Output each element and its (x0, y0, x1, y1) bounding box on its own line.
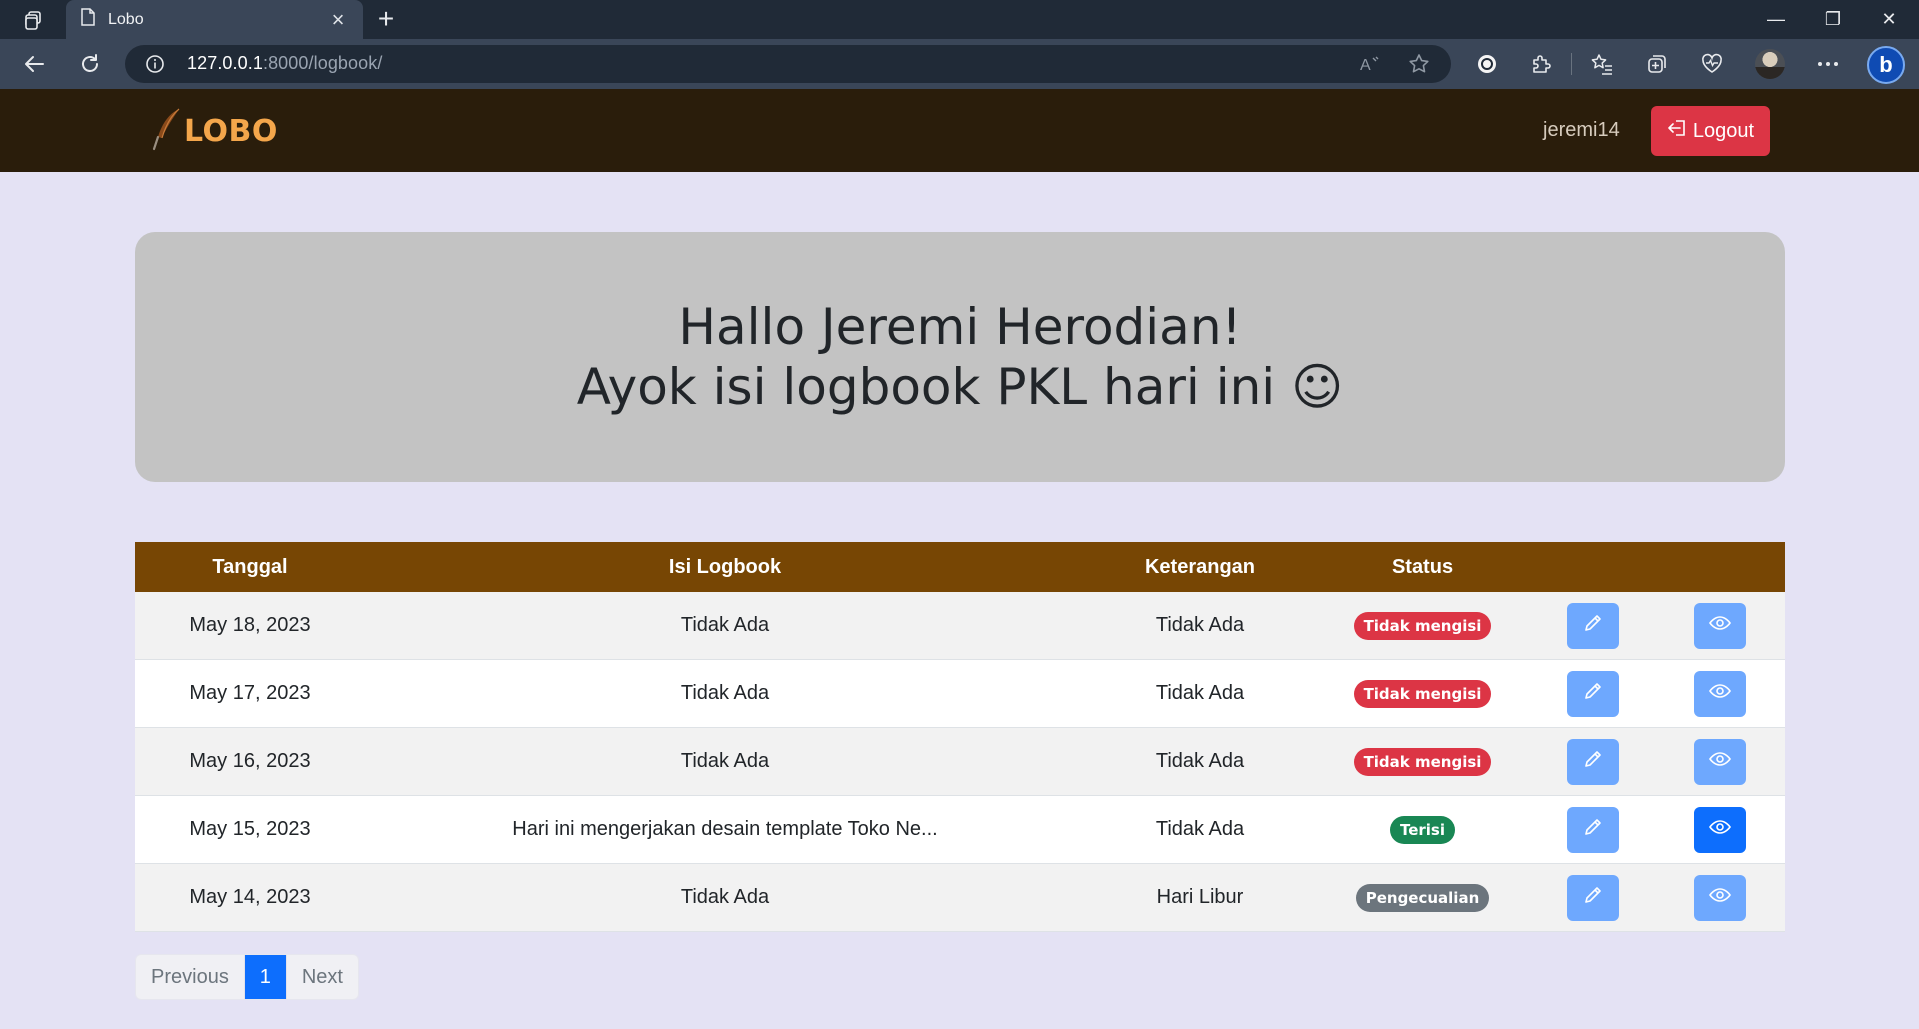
pencil-icon (1583, 613, 1603, 639)
cell-keterangan: Tidak Ada (1155, 750, 1245, 772)
eye-icon (1709, 818, 1731, 841)
browser-essentials-icon[interactable] (1696, 48, 1728, 80)
header-keterangan: Keterangan (1144, 555, 1256, 578)
edit-button[interactable] (1566, 874, 1619, 921)
feather-pen-icon (152, 107, 182, 156)
cell-isi-logbook: Tidak Ada (680, 750, 770, 772)
logout-label: Logout (1692, 119, 1755, 142)
view-button[interactable] (1694, 602, 1746, 649)
extension-circle-icon[interactable] (1471, 48, 1503, 80)
table-row: May 14, 2023 Tidak Ada Hari Libur Pengec… (135, 864, 1785, 932)
status-badge: Tidak mengisi (1353, 747, 1492, 776)
new-tab-button[interactable]: + (372, 5, 400, 34)
previous-page-button[interactable]: Previous (136, 955, 245, 999)
browser-tab[interactable]: Lobo × (66, 0, 363, 39)
logbook-table: Tanggal Isi Logbook Keterangan Status Ma… (135, 542, 1785, 932)
table-row: May 17, 2023 Tidak Ada Tidak Ada Tidak m… (135, 660, 1785, 728)
address-bar[interactable]: 127.0.0.1:8000/logbook/ A (125, 45, 1451, 83)
bing-copilot-icon[interactable]: b (1867, 46, 1905, 84)
greeting-title: Hallo Jeremi Herodian! (678, 298, 1242, 356)
eye-icon (1709, 614, 1731, 637)
cell-tanggal: May 14, 2023 (189, 886, 311, 908)
cell-tanggal: May 17, 2023 (189, 682, 311, 704)
edit-button[interactable] (1566, 738, 1619, 785)
favorites-icon[interactable] (1586, 48, 1618, 80)
next-page-button[interactable]: Next (286, 955, 358, 999)
read-aloud-icon[interactable]: A (1359, 54, 1379, 74)
svg-text:A: A (1360, 57, 1371, 74)
view-button[interactable] (1694, 670, 1746, 717)
status-badge: Pengecualian (1355, 883, 1490, 912)
close-tab-icon[interactable]: × (327, 8, 349, 31)
cell-isi-logbook: Tidak Ada (680, 614, 770, 636)
collections-icon[interactable] (1641, 48, 1673, 80)
toolbar-divider (1571, 53, 1572, 75)
favorite-star-icon[interactable] (1407, 52, 1431, 76)
cell-isi-logbook: Tidak Ada (680, 886, 770, 908)
more-options-icon[interactable] (1812, 48, 1844, 80)
status-badge: Tidak mengisi (1353, 611, 1492, 640)
logout-button[interactable]: Logout (1651, 106, 1770, 156)
header-isi-logbook: Isi Logbook (668, 555, 782, 578)
eye-icon (1709, 682, 1731, 705)
browser-tab-bar: Lobo × + — ❐ ✕ (0, 0, 1919, 39)
site-navbar: LOBO jeremi14 Logout (0, 89, 1919, 172)
browser-toolbar: 127.0.0.1:8000/logbook/ A b (0, 39, 1919, 89)
table-row: May 16, 2023 Tidak Ada Tidak Ada Tidak m… (135, 728, 1785, 796)
pencil-icon (1583, 749, 1603, 775)
table-header: Tanggal Isi Logbook Keterangan Status (135, 542, 1785, 592)
table-row: May 18, 2023 Tidak Ada Tidak Ada Tidak m… (135, 592, 1785, 660)
pencil-icon (1583, 681, 1603, 707)
eye-icon (1709, 886, 1731, 909)
restore-button[interactable]: ❐ (1810, 4, 1856, 34)
status-badge: Tidak mengisi (1353, 679, 1492, 708)
greeting-subtitle: Ayok isi logbook PKL hari ini ☺ (576, 358, 1344, 416)
cell-keterangan: Tidak Ada (1155, 682, 1245, 704)
cell-tanggal: May 15, 2023 (189, 818, 311, 840)
view-button[interactable] (1694, 806, 1746, 853)
edit-button[interactable] (1566, 670, 1619, 717)
cell-isi-logbook: Hari ini mengerjakan desain template Tok… (512, 818, 938, 840)
header-status: Status (1391, 555, 1454, 578)
site-info-icon[interactable] (145, 54, 165, 74)
url-text: 127.0.0.1:8000/logbook/ (187, 53, 383, 73)
cell-keterangan: Hari Libur (1156, 886, 1244, 908)
tab-title: Lobo (108, 10, 144, 28)
edit-button[interactable] (1566, 602, 1619, 649)
pagination: Previous 1 Next (135, 954, 359, 1000)
brand-name: LOBO (184, 113, 278, 149)
table-row: May 15, 2023 Hari ini mengerjakan desain… (135, 796, 1785, 864)
refresh-icon[interactable] (74, 48, 106, 80)
tab-actions-icon[interactable] (18, 8, 48, 32)
eye-icon (1709, 750, 1731, 773)
edit-button[interactable] (1566, 806, 1619, 853)
cell-keterangan: Tidak Ada (1155, 614, 1245, 636)
back-arrow-icon[interactable] (18, 48, 50, 80)
status-badge: Terisi (1389, 815, 1456, 844)
minimize-button[interactable]: — (1753, 4, 1799, 34)
logout-icon (1667, 119, 1687, 143)
pencil-icon (1583, 885, 1603, 911)
view-button[interactable] (1694, 738, 1746, 785)
cell-tanggal: May 18, 2023 (189, 614, 311, 636)
nav-username: jeremi14 (1543, 119, 1620, 141)
cell-isi-logbook: Tidak Ada (680, 682, 770, 704)
page-icon (80, 8, 96, 31)
pencil-icon (1583, 817, 1603, 843)
view-button[interactable] (1694, 874, 1746, 921)
cell-tanggal: May 16, 2023 (189, 750, 311, 772)
header-tanggal: Tanggal (212, 555, 288, 578)
greeting-banner: Hallo Jeremi Herodian! Ayok isi logbook … (135, 232, 1785, 482)
profile-avatar[interactable] (1755, 49, 1785, 79)
extensions-puzzle-icon[interactable] (1525, 48, 1557, 80)
close-window-button[interactable]: ✕ (1866, 4, 1912, 34)
cell-keterangan: Tidak Ada (1155, 818, 1245, 840)
brand-logo[interactable]: LOBO (152, 107, 278, 156)
page-1-button[interactable]: 1 (244, 955, 287, 999)
